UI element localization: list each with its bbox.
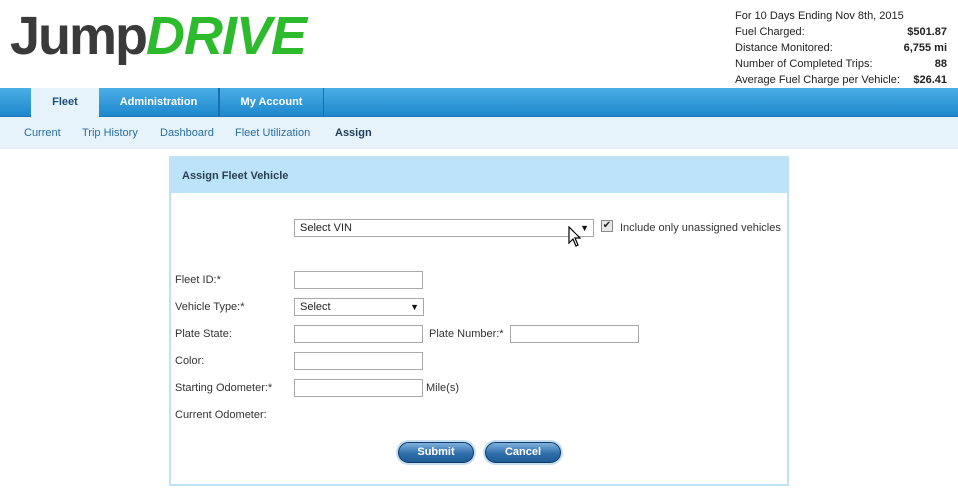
stat-value: $26.41 (913, 74, 947, 86)
stat-label: Fuel Charged: (735, 26, 805, 38)
stats-period: For 10 Days Ending Nov 8th, 2015 (735, 10, 904, 22)
vin-select[interactable]: Select VIN ▼ (294, 219, 594, 237)
check-icon: ✔ (602, 220, 612, 231)
assign-fleet-vehicle-panel: Assign Fleet Vehicle (169, 156, 789, 486)
stat-value: 88 (934, 58, 947, 70)
subnav-assign[interactable]: Assign (335, 117, 372, 149)
jumpdrive-logo: JumpDRIVE (10, 6, 307, 66)
starting-odometer-label: Starting Odometer:* (175, 382, 273, 394)
plate-number-label: Plate Number:* (429, 328, 504, 340)
color-input[interactable] (294, 352, 423, 370)
subnav-fleet-utilization[interactable]: Fleet Utilization (235, 117, 310, 149)
tab-fleet[interactable]: Fleet (31, 88, 99, 118)
tab-my-account[interactable]: My Account (219, 88, 324, 117)
cancel-button[interactable]: Cancel (485, 442, 561, 463)
stat-row-avg-fuel: Average Fuel Charge per Vehicle: $26.41 (735, 73, 947, 89)
plate-state-input[interactable] (294, 325, 423, 343)
submit-button[interactable]: Submit (398, 442, 474, 463)
vehicle-type-label: Vehicle Type:* (175, 301, 245, 313)
unassigned-only-checkbox[interactable]: ✔ (601, 220, 613, 232)
fleet-id-label: Fleet ID:* (175, 274, 221, 286)
vin-select-value: Select VIN (300, 222, 352, 234)
plate-state-label: Plate State: (175, 328, 232, 340)
chevron-down-icon: ▼ (410, 302, 419, 312)
subnav-trip-history[interactable]: Trip History (82, 117, 138, 149)
stat-label: Distance Monitored: (735, 42, 833, 54)
mouse-cursor-icon (568, 226, 582, 247)
current-odometer-label: Current Odometer: (175, 409, 267, 421)
vehicle-type-select[interactable]: Select ▼ (294, 298, 424, 316)
stat-row-distance: Distance Monitored: 6,755 mi (735, 41, 947, 57)
stat-row-fuel-charged: Fuel Charged: $501.87 (735, 25, 947, 41)
vehicle-type-value: Select (300, 301, 331, 313)
tab-administration[interactable]: Administration (99, 88, 219, 117)
stat-row-trips: Number of Completed Trips: 88 (735, 57, 947, 73)
starting-odometer-input[interactable] (294, 379, 423, 397)
stat-value: 6,755 mi (903, 42, 947, 54)
fleet-stats-summary: For 10 Days Ending Nov 8th, 2015 Fuel Ch… (735, 9, 947, 89)
fleet-subnav: Current Trip History Dashboard Fleet Uti… (0, 117, 958, 149)
stat-label: Average Fuel Charge per Vehicle: (735, 74, 900, 86)
unassigned-only-label: Include only unassigned vehicles (620, 222, 781, 234)
logo-drive-text: DRIVE (146, 6, 307, 66)
stat-label: Number of Completed Trips: (735, 58, 873, 70)
subnav-current[interactable]: Current (24, 117, 61, 149)
logo-jump-text: Jump (10, 6, 148, 66)
odometer-unit-label: Mile(s) (426, 382, 459, 394)
fleet-id-input[interactable] (294, 271, 423, 289)
subnav-dashboard[interactable]: Dashboard (160, 117, 214, 149)
main-tab-bar: Fleet Administration My Account (0, 88, 958, 118)
color-label: Color: (175, 355, 205, 367)
panel-title: Assign Fleet Vehicle (171, 158, 787, 193)
stat-value: $501.87 (907, 26, 947, 38)
plate-number-input[interactable] (510, 325, 639, 343)
